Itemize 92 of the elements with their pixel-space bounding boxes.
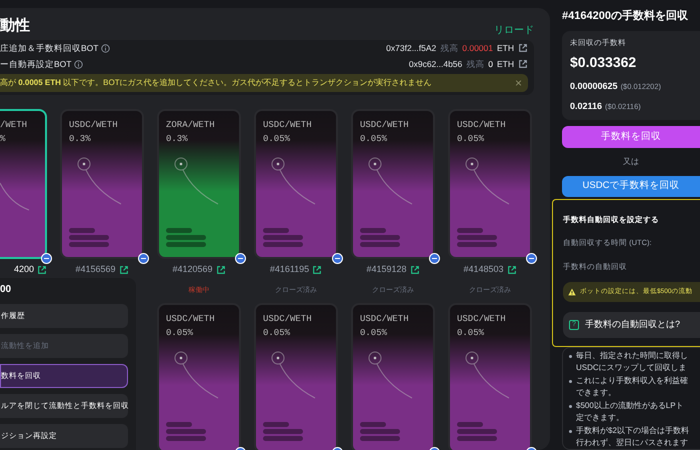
- pair-label: USDC/WETH: [69, 119, 118, 132]
- bot-address: 0x73f2...f5A2: [386, 42, 436, 54]
- balance-unit: ETH: [497, 42, 514, 54]
- position-card[interactable]: ZORA/WETH 0.3%: [157, 109, 241, 259]
- info-icon[interactable]: [74, 60, 84, 68]
- minus-icon[interactable]: [41, 253, 52, 264]
- tag-drawing: [360, 422, 400, 440]
- fee-label: 0.05%: [457, 133, 484, 146]
- fee-label: %: [0, 133, 6, 146]
- tag-drawing: [166, 228, 206, 247]
- token-id: #4161195: [270, 263, 310, 276]
- token-id: #4120569: [172, 263, 213, 276]
- pair-label: USDC/WETH: [457, 119, 506, 132]
- bot-label: 庄追加＆手数料回収BOT: [0, 42, 98, 54]
- warning-message: 高が 0.0005 ETH 以下です。BOTにガス代を追加してください。ガス代が不足するとトランザクションが実行されません: [0, 77, 432, 89]
- position-card[interactable]: USDC/WETH 0.05%: [351, 302, 435, 450]
- bullet-text: 手数料が$2以下の場合は手数料 行われず、翌日にパスされます: [576, 425, 689, 449]
- tag-drawing: [69, 228, 109, 247]
- panel-title: 動性: [0, 16, 30, 36]
- position-card[interactable]: USDC/WETH 0.05%: [351, 109, 435, 259]
- token-amount: 0.00000625: [570, 80, 618, 93]
- fee-label: 0.3%: [166, 133, 188, 146]
- position-card[interactable]: USDC/WETH 0.3%: [60, 109, 144, 259]
- fee-total: $0.033362: [570, 52, 638, 72]
- external-link-icon[interactable]: [37, 264, 47, 275]
- menu-title: 00: [0, 283, 12, 297]
- panel-title: #4164200の手数料を回収: [562, 8, 689, 24]
- balance-label: 残高: [440, 42, 458, 54]
- position-card[interactable]: USDC/WETH 0.05%: [254, 109, 338, 259]
- bullet-icon: [569, 430, 572, 433]
- external-link-icon[interactable]: [118, 264, 129, 275]
- fee-label: 0.05%: [263, 133, 290, 146]
- token-id: 4200: [14, 263, 34, 276]
- fee-label: 0.05%: [166, 326, 194, 340]
- token-id: #4148503: [463, 263, 504, 276]
- pair-label: USDC/WETH: [166, 312, 215, 326]
- minus-icon[interactable]: [526, 253, 537, 264]
- info-icon[interactable]: [101, 44, 110, 52]
- balance-label: 残高: [466, 58, 484, 70]
- minus-icon[interactable]: [332, 253, 343, 264]
- minus-icon[interactable]: [138, 253, 149, 264]
- minus-icon[interactable]: [235, 253, 246, 264]
- warning-icon: [568, 288, 576, 296]
- fee-label: 0.3%: [69, 133, 91, 146]
- fee-label: 0.05%: [360, 326, 388, 340]
- pair-label: ZORA/WETH: [166, 119, 215, 132]
- fee-label: 0.05%: [263, 326, 290, 340]
- balance-unit: ETH: [497, 58, 514, 70]
- tag-drawing: [457, 228, 497, 247]
- token-id: #4159128: [366, 263, 407, 276]
- position-card[interactable]: /WETH %: [0, 109, 47, 259]
- bullet-text: これにより手数料収入を利益確 できます。: [576, 375, 688, 399]
- tag-drawing: [360, 228, 400, 247]
- pair-label: USDC/WETH: [360, 119, 409, 132]
- external-link-icon[interactable]: [312, 264, 322, 275]
- minus-icon[interactable]: [429, 253, 440, 264]
- bullet-icon: [569, 355, 572, 358]
- position-card[interactable]: USDC/WETH 0.05%: [157, 302, 241, 450]
- pair-label: USDC/WETH: [360, 312, 409, 326]
- token-id: #4156569: [75, 263, 116, 276]
- bullet-icon: [569, 380, 572, 383]
- curve-drawing: [0, 181, 30, 211]
- pair-label: USDC/WETH: [457, 312, 506, 326]
- fee-label: 0.05%: [360, 133, 388, 146]
- bullet-icon: [569, 405, 572, 408]
- bot-address: 0x9c62...4b56: [408, 58, 462, 70]
- external-link-icon[interactable]: [506, 264, 517, 275]
- tag-drawing: [457, 422, 497, 440]
- pair-label: /WETH: [0, 119, 28, 132]
- position-card[interactable]: USDC/WETH 0.05%: [448, 302, 532, 450]
- collect-button[interactable]: 手数料を回収: [562, 126, 700, 148]
- external-link-icon[interactable]: [518, 59, 528, 69]
- usdc-collect-button[interactable]: USDCで手数料を回収: [562, 176, 700, 198]
- external-link-icon[interactable]: [216, 264, 226, 275]
- bot-label: ー自動再設定BOT: [0, 58, 72, 70]
- tag-drawing: [263, 228, 303, 247]
- tag-drawing: [166, 422, 206, 440]
- tag-drawing: [263, 422, 303, 440]
- or-label: 又は: [622, 156, 640, 168]
- fee-label: 0.05%: [457, 326, 484, 340]
- position-card[interactable]: USDC/WETH 0.05%: [254, 302, 338, 450]
- token-amount: 0.02116: [570, 100, 602, 114]
- reload-link[interactable]: リロード: [494, 23, 534, 38]
- balance-value: 0.00001: [462, 42, 493, 54]
- position-card[interactable]: USDC/WETH 0.05%: [448, 109, 532, 259]
- pair-label: USDC/WETH: [263, 119, 312, 132]
- bullet-text: 毎日、指定された時間に取得し USDCにスワップして回収しま: [576, 350, 688, 374]
- external-link-icon[interactable]: [410, 264, 420, 275]
- external-link-icon[interactable]: [518, 43, 528, 53]
- balance-value: 0: [488, 58, 493, 70]
- bullet-text: $500以上の流動性があるLPト 定できます。: [576, 400, 684, 424]
- pair-label: USDC/WETH: [263, 312, 312, 326]
